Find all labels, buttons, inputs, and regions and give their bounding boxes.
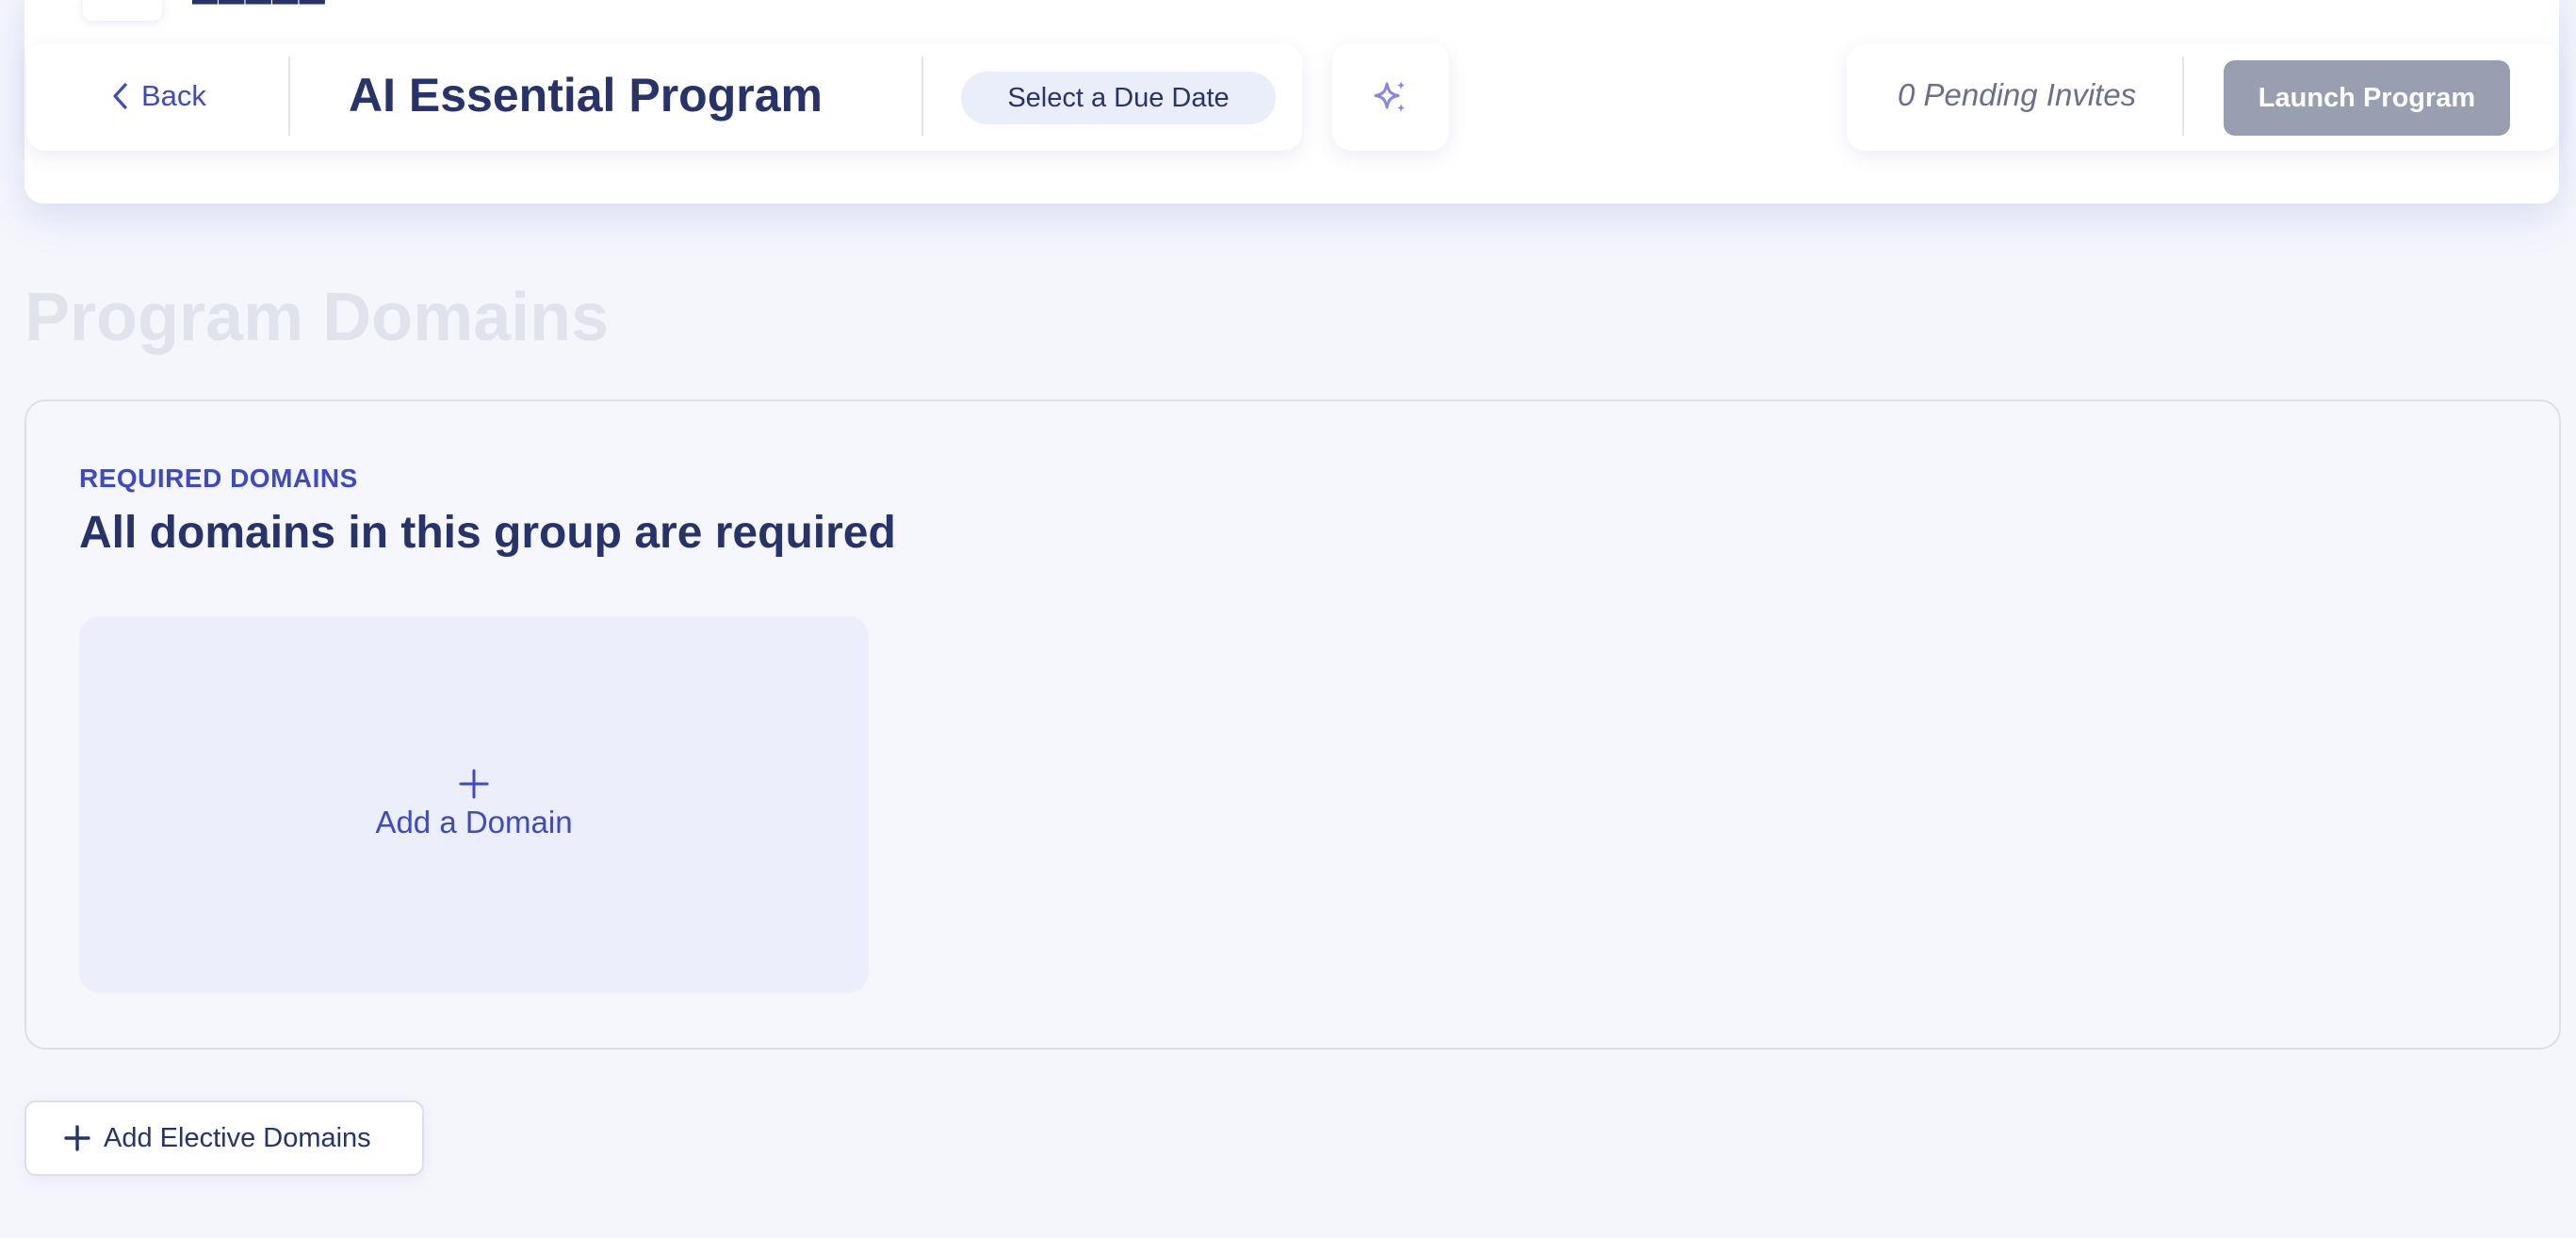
add-elective-domains-button[interactable]: Add Elective Domains — [24, 1100, 424, 1176]
add-domain-label: Add a Domain — [375, 805, 573, 839]
required-domains-label: REQUIRED DOMAINS — [79, 464, 358, 493]
invite-launch-bar: 0 Pending Invites Launch Program — [1847, 43, 2559, 151]
top-nav-stub-text: ━━━━━ — [192, 0, 418, 6]
program-title-bar: Back AI Essential Program Select a Due D… — [26, 43, 1302, 151]
divider — [921, 57, 923, 136]
divider — [288, 57, 290, 136]
pending-invites-link[interactable]: 0 Pending Invites — [1898, 77, 2136, 113]
program-title: AI Essential Program — [349, 69, 823, 122]
top-nav-stub[interactable] — [83, 0, 162, 21]
sparkle-icon — [1374, 81, 1405, 112]
chevron-left-icon — [113, 83, 127, 109]
launch-program-button[interactable]: Launch Program — [2224, 60, 2510, 136]
back-button[interactable]: Back — [111, 70, 206, 122]
plus-icon — [64, 1125, 90, 1151]
divider — [2182, 57, 2184, 136]
required-domains-heading: All domains in this group are required — [79, 508, 896, 558]
add-domain-card[interactable]: Add a Domain — [79, 616, 869, 993]
plus-icon — [459, 769, 489, 799]
section-title: Program Domains — [24, 280, 610, 355]
required-domains-panel: REQUIRED DOMAINS All domains in this gro… — [24, 399, 2561, 1050]
back-label: Back — [141, 79, 206, 112]
ai-assist-button[interactable] — [1332, 43, 1449, 151]
add-elective-label: Add Elective Domains — [104, 1122, 371, 1153]
select-due-date-button[interactable]: Select a Due Date — [961, 72, 1276, 124]
